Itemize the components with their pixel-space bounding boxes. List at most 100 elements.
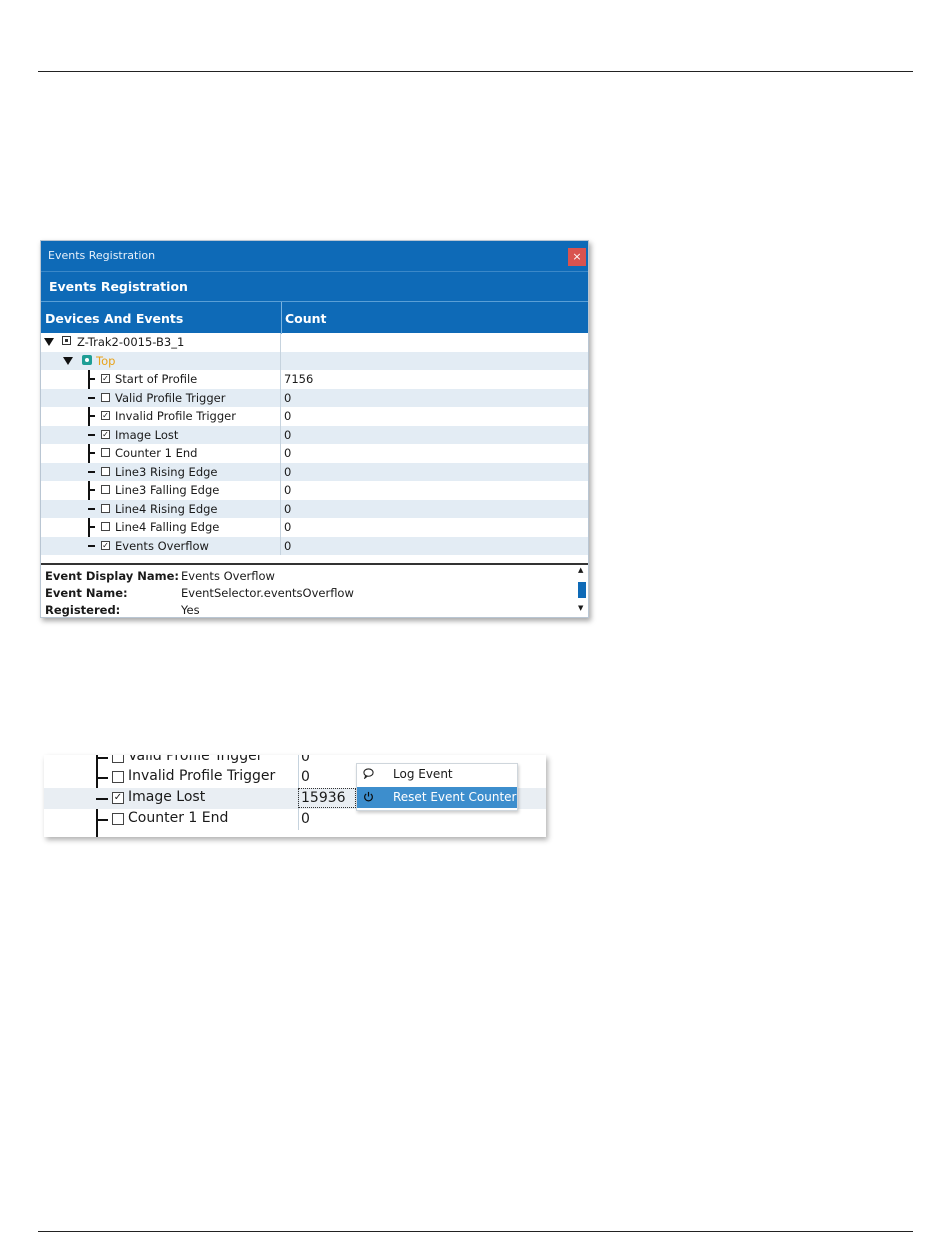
- group-row[interactable]: Top: [41, 351, 588, 370]
- event-checkbox[interactable]: [112, 813, 124, 825]
- detail-value: Yes: [181, 603, 200, 617]
- event-row[interactable]: Counter 1 End 0: [44, 809, 546, 830]
- event-checkbox[interactable]: [101, 485, 110, 494]
- group-name: Top: [96, 353, 116, 368]
- event-row[interactable]: Valid Profile Trigger 0: [41, 388, 588, 407]
- camera-icon: [82, 354, 92, 365]
- menu-item-log-event[interactable]: Log Event: [357, 764, 517, 785]
- tree-branch: [88, 507, 95, 510]
- tree-branch: [96, 757, 108, 759]
- event-row[interactable]: Counter 1 End 0: [41, 444, 588, 463]
- tree-branch: [88, 544, 95, 547]
- scroll-up-icon[interactable]: ▲: [578, 566, 583, 574]
- event-name-cell: ✓ Image Lost: [41, 425, 281, 444]
- event-name-cell: Line4 Rising Edge: [41, 499, 281, 518]
- event-checkbox[interactable]: [101, 503, 110, 513]
- event-checkbox[interactable]: [112, 771, 124, 783]
- count-edit-cell[interactable]: [298, 788, 356, 808]
- context-menu: Log Event Reset Event Counter: [356, 763, 518, 811]
- event-count: 7156: [284, 372, 314, 386]
- events-registration-window: Events Registration × Events Registratio…: [40, 240, 589, 618]
- panel-heading-text: Events Registration: [49, 279, 188, 294]
- event-name: Line4 Falling Edge: [115, 520, 220, 534]
- event-count: 0: [284, 520, 292, 534]
- event-checkbox[interactable]: ✓: [101, 374, 110, 383]
- event-name-cell: Counter 1 End: [44, 809, 299, 830]
- event-count: 0: [284, 446, 292, 460]
- detail-value: Events Overflow: [181, 569, 275, 583]
- event-row[interactable]: Line3 Rising Edge 0: [41, 462, 588, 481]
- event-name: Invalid Profile Trigger: [115, 409, 236, 423]
- expand-triangle-icon[interactable]: [63, 356, 73, 365]
- event-count: 0: [284, 427, 292, 442]
- event-name-cell: Counter 1 End: [41, 444, 281, 463]
- event-name-cell: Line3 Rising Edge: [41, 462, 281, 481]
- event-count: 0: [284, 390, 292, 405]
- event-name: Valid Profile Trigger: [115, 390, 226, 405]
- tree-branch: [88, 470, 95, 473]
- title-bar[interactable]: Events Registration ×: [41, 241, 588, 271]
- close-button[interactable]: ×: [568, 248, 586, 266]
- column-header-count[interactable]: Count: [285, 311, 327, 326]
- event-name-cell: ✓ Start of Profile: [41, 370, 281, 389]
- event-checkbox[interactable]: [112, 755, 124, 763]
- event-name: Line4 Rising Edge: [115, 501, 218, 516]
- device-icon: [62, 336, 71, 345]
- event-row[interactable]: Line3 Falling Edge 0: [41, 481, 588, 500]
- scroll-thumb[interactable]: [578, 582, 586, 598]
- footer-rule: [38, 1231, 913, 1232]
- tree-branch: [88, 396, 95, 399]
- event-count: 0: [284, 464, 292, 479]
- group-cell: Top: [41, 351, 281, 370]
- details-scrollbar[interactable]: ▲ ▼: [577, 566, 587, 616]
- event-count: 0: [284, 501, 292, 516]
- event-row[interactable]: ✓ Events Overflow 0: [41, 536, 588, 555]
- device-row[interactable]: Z-Trak2-0015-B3_1: [41, 333, 588, 352]
- event-name: Image Lost: [128, 789, 206, 805]
- event-count: 0: [284, 409, 292, 423]
- event-row[interactable]: ✓ Invalid Profile Trigger 0: [41, 407, 588, 426]
- event-checkbox[interactable]: ✓: [101, 411, 110, 420]
- tree-branch: [88, 378, 95, 380]
- scroll-down-icon[interactable]: ▼: [578, 604, 583, 612]
- events-tree-grid: Z-Trak2-0015-B3_1 Top ✓ Start of Profile …: [41, 333, 588, 556]
- detail-key: Event Name:: [45, 586, 128, 600]
- event-checkbox[interactable]: [101, 522, 110, 531]
- tree-branch: [88, 415, 95, 417]
- tree-branch: [88, 526, 95, 528]
- event-checkbox[interactable]: [101, 448, 110, 457]
- event-checkbox[interactable]: [101, 392, 110, 402]
- expand-triangle-icon[interactable]: [44, 338, 54, 346]
- event-row[interactable]: Line4 Rising Edge 0: [41, 499, 588, 518]
- event-checkbox[interactable]: [101, 466, 110, 476]
- speech-bubble-icon: [363, 768, 374, 779]
- header-rule: [38, 71, 913, 72]
- column-header-devices[interactable]: Devices And Events: [45, 311, 183, 326]
- column-separator[interactable]: [281, 302, 282, 334]
- menu-item-label: Reset Event Counter: [393, 790, 517, 804]
- event-count: 0: [301, 755, 310, 765]
- event-name-cell: Line3 Falling Edge: [41, 481, 281, 500]
- event-row[interactable]: ✓ Image Lost 0: [41, 425, 588, 444]
- event-name-cell: ✓ Image Lost: [44, 788, 299, 809]
- tree-branch: [96, 777, 108, 779]
- event-row[interactable]: ✓ Start of Profile 7156: [41, 370, 588, 389]
- device-cell: Z-Trak2-0015-B3_1: [41, 333, 281, 352]
- event-checkbox[interactable]: ✓: [101, 540, 110, 550]
- event-checkbox[interactable]: ✓: [101, 429, 110, 439]
- window-title: Events Registration: [48, 249, 156, 262]
- context-menu-excerpt: Valid Profile Trigger 0 Invalid Profile …: [44, 755, 546, 837]
- power-icon: [364, 791, 373, 802]
- detail-value: EventSelector.eventsOverflow: [181, 586, 354, 600]
- tree-branch: [88, 433, 95, 436]
- event-name: Counter 1 End: [115, 446, 198, 460]
- event-details-panel: Event Display Name: Events Overflow Even…: [41, 563, 588, 617]
- tree-branch: [96, 798, 108, 800]
- event-row[interactable]: Line4 Falling Edge 0: [41, 518, 588, 537]
- event-name-cell: Invalid Profile Trigger: [44, 767, 299, 788]
- event-name: Events Overflow: [115, 538, 209, 553]
- event-checkbox[interactable]: ✓: [112, 792, 124, 804]
- menu-item-reset-event-counter[interactable]: Reset Event Counter: [357, 787, 517, 808]
- event-name: Invalid Profile Trigger: [128, 768, 276, 784]
- event-name: Valid Profile Trigger: [128, 755, 263, 764]
